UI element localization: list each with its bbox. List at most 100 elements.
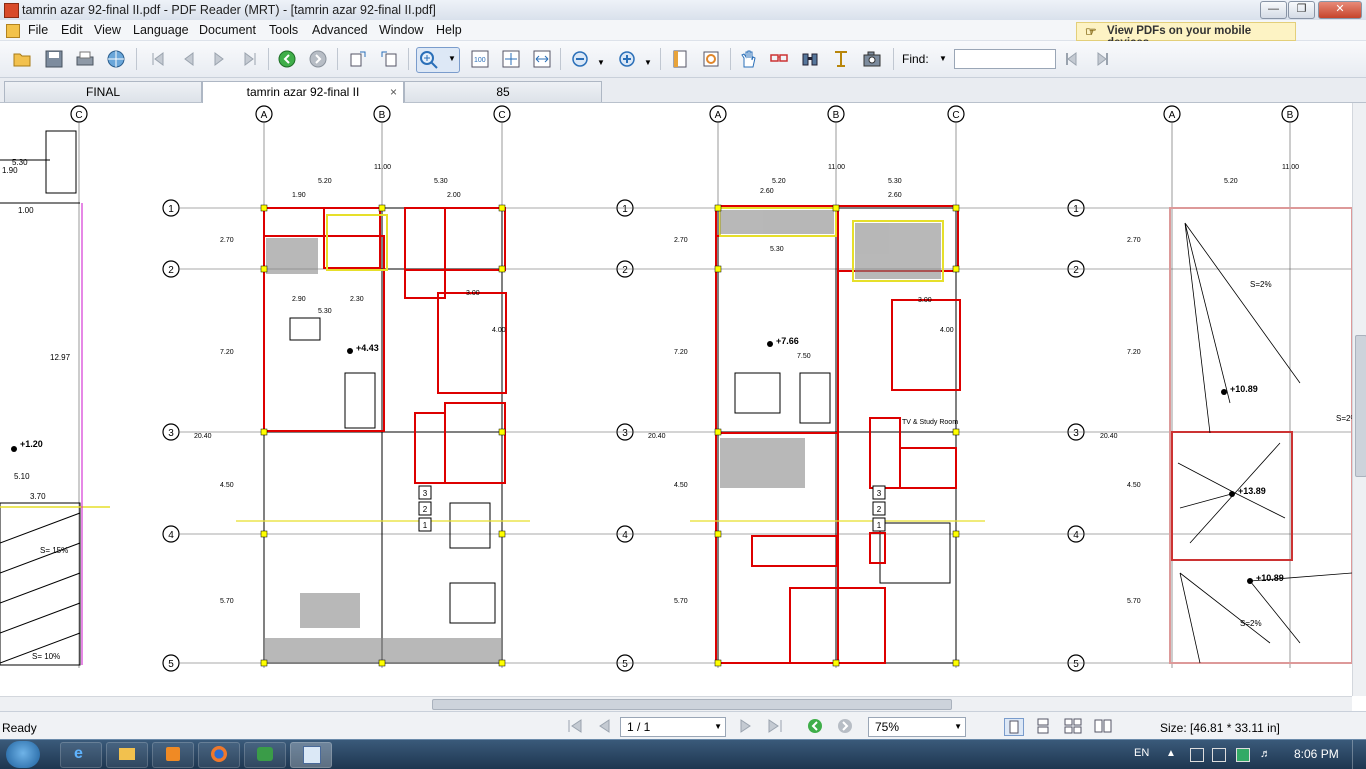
globe-icon[interactable] (104, 47, 128, 71)
camera-icon[interactable] (860, 47, 884, 71)
restore-button[interactable]: ❐ (1288, 1, 1315, 19)
glasses-icon[interactable] (767, 47, 791, 71)
grid-label: 1 (622, 204, 628, 215)
menu-document[interactable]: Document (199, 23, 256, 37)
zoom-in-tool-button[interactable]: ▼ (416, 47, 460, 73)
find-previous-icon[interactable] (1060, 47, 1084, 71)
zoom-out-dropdown-icon[interactable]: ▼ (597, 58, 605, 67)
find-input[interactable] (954, 49, 1056, 69)
tab-close-icon[interactable]: × (390, 82, 397, 102)
zoom-in-icon[interactable] (615, 47, 639, 71)
text-select-icon[interactable] (829, 47, 853, 71)
find-label: Find: (902, 52, 929, 66)
fit-page-icon[interactable] (499, 47, 523, 71)
battery-icon[interactable] (1236, 748, 1250, 762)
language-indicator[interactable]: EN (1134, 747, 1149, 759)
dimension-text: 1.90 (2, 166, 18, 175)
menu-help[interactable]: Help (436, 23, 462, 37)
last-page-icon[interactable] (238, 47, 262, 71)
chevron-down-icon[interactable]: ▼ (954, 718, 962, 736)
explorer-icon[interactable] (106, 742, 148, 768)
close-button[interactable]: ✕ (1318, 1, 1362, 19)
start-button[interactable] (6, 741, 40, 768)
find-next-icon[interactable] (1090, 47, 1114, 71)
forward-icon[interactable] (836, 718, 854, 734)
prev-page-icon[interactable] (596, 718, 614, 734)
chevron-down-icon[interactable]: ▼ (714, 718, 722, 736)
save-icon[interactable] (42, 47, 66, 71)
snapshot-icon[interactable] (699, 47, 723, 71)
tab-tamrin-azar[interactable]: tamrin azar 92-final II × (202, 81, 404, 103)
tab-label: FINAL (85, 85, 120, 99)
menu-window[interactable]: Window (379, 23, 423, 37)
next-page-icon[interactable] (207, 47, 231, 71)
dimension-text: 2.00 (447, 192, 461, 199)
horizontal-scrollbar[interactable] (0, 696, 1352, 711)
vertical-scrollbar[interactable] (1352, 103, 1366, 696)
menu-edit[interactable]: Edit (61, 23, 83, 37)
menu-view[interactable]: View (94, 23, 121, 37)
fit-width-icon[interactable] (530, 47, 554, 71)
horizontal-scroll-thumb[interactable] (432, 699, 952, 710)
last-page-icon[interactable] (766, 718, 784, 734)
open-folder-icon[interactable] (10, 47, 34, 71)
find-options-icon[interactable]: ▼ (939, 54, 947, 63)
first-page-icon[interactable] (146, 47, 170, 71)
pdf-reader-taskbar-icon[interactable] (290, 742, 332, 768)
tab-85[interactable]: 85 (404, 81, 602, 102)
chevron-down-icon[interactable]: ▼ (448, 54, 456, 63)
dimension-text: 5.20 (1224, 178, 1238, 185)
volume-icon[interactable]: ♬ (1260, 748, 1272, 760)
mobile-promo-banner[interactable]: ☞ View PDFs on your mobile devices (1076, 22, 1296, 49)
first-page-icon[interactable] (566, 718, 584, 734)
grid-label: 3 (1073, 428, 1079, 439)
menu-advanced[interactable]: Advanced (312, 23, 368, 37)
clock[interactable]: 8:06 PM (1294, 747, 1339, 761)
back-icon[interactable] (806, 718, 824, 734)
menu-language[interactable]: Language (133, 23, 189, 37)
app-icon-green[interactable] (244, 742, 286, 768)
menu-file[interactable]: File (28, 23, 48, 37)
document-view[interactable]: C A B C A B C A B 1 2 3 4 5 1 2 3 4 5 1 (0, 103, 1352, 696)
forward-icon[interactable] (306, 47, 330, 71)
tab-final[interactable]: FINAL (4, 81, 202, 102)
firefox-icon[interactable] (198, 742, 240, 768)
zoom-select[interactable]: 75% ▼ (868, 717, 966, 737)
tray-arrow-icon[interactable]: ▲ (1166, 748, 1178, 760)
menu-tools[interactable]: Tools (269, 23, 298, 37)
flag-icon[interactable] (1190, 748, 1204, 762)
hand-tool-icon[interactable] (736, 47, 760, 71)
single-page-icon[interactable] (1004, 718, 1024, 736)
zoom-in-dropdown-icon[interactable]: ▼ (644, 58, 652, 67)
zoom-out-icon[interactable] (568, 47, 592, 71)
minimize-button[interactable]: — (1260, 1, 1287, 19)
grid-label: C (498, 110, 505, 121)
media-player-icon[interactable] (152, 742, 194, 768)
actual-size-icon[interactable]: 100 (468, 47, 492, 71)
back-icon[interactable] (275, 47, 299, 71)
binoculars-icon[interactable] (798, 47, 822, 71)
continuous-page-icon[interactable] (1034, 718, 1052, 734)
next-page-icon[interactable] (736, 718, 754, 734)
vertical-scroll-thumb[interactable] (1355, 335, 1366, 477)
hand-icon: ☞ (1085, 24, 1097, 39)
network-icon[interactable] (1212, 748, 1226, 762)
print-icon[interactable] (73, 47, 97, 71)
level-text: +13.89 (1238, 486, 1266, 496)
prev-page-icon[interactable] (177, 47, 201, 71)
ie-icon[interactable]: e (60, 742, 102, 768)
bookmark-icon[interactable] (668, 47, 692, 71)
show-desktop-button[interactable] (1352, 740, 1366, 769)
grid-label: A (261, 110, 268, 121)
rotate-right-icon[interactable] (377, 47, 401, 71)
document-tab-bar: FINAL tamrin azar 92-final II × 85 (0, 78, 1366, 103)
dimension-text: 2.60 (760, 188, 774, 195)
grid-label: 2 (622, 265, 628, 276)
book-view-icon[interactable] (1094, 718, 1112, 734)
document-menu-icon[interactable] (6, 24, 20, 38)
dimension-text: 1.90 (292, 192, 306, 199)
rotate-left-icon[interactable] (346, 47, 370, 71)
page-number-input[interactable]: 1 / 1 ▼ (620, 717, 726, 737)
grid-label: B (1287, 110, 1294, 121)
facing-pages-icon[interactable] (1064, 718, 1082, 734)
